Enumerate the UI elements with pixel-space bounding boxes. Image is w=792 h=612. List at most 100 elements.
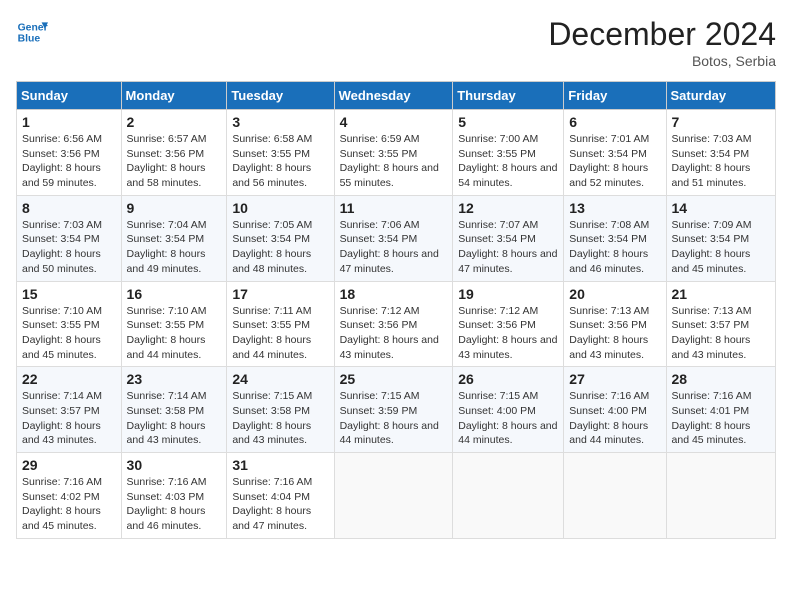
- calendar-week-row: 15 Sunrise: 7:10 AMSunset: 3:55 PMDaylig…: [17, 281, 776, 367]
- day-detail: Sunrise: 7:05 AMSunset: 3:54 PMDaylight:…: [232, 218, 328, 277]
- calendar-day-cell: 21 Sunrise: 7:13 AMSunset: 3:57 PMDaylig…: [666, 281, 775, 367]
- day-number: 27: [569, 371, 660, 387]
- calendar-day-cell: 22 Sunrise: 7:14 AMSunset: 3:57 PMDaylig…: [17, 367, 122, 453]
- calendar-table: SundayMondayTuesdayWednesdayThursdayFrid…: [16, 81, 776, 539]
- calendar-day-cell: 25 Sunrise: 7:15 AMSunset: 3:59 PMDaylig…: [334, 367, 453, 453]
- day-number: 2: [127, 114, 222, 130]
- day-detail: Sunrise: 7:10 AMSunset: 3:55 PMDaylight:…: [22, 304, 116, 363]
- day-detail: Sunrise: 7:15 AMSunset: 3:59 PMDaylight:…: [340, 389, 448, 448]
- calendar-day-cell: [666, 453, 775, 539]
- calendar-week-row: 22 Sunrise: 7:14 AMSunset: 3:57 PMDaylig…: [17, 367, 776, 453]
- day-detail: Sunrise: 6:58 AMSunset: 3:55 PMDaylight:…: [232, 132, 328, 191]
- day-number: 28: [672, 371, 770, 387]
- calendar-day-cell: 6 Sunrise: 7:01 AMSunset: 3:54 PMDayligh…: [564, 110, 666, 196]
- day-detail: Sunrise: 7:01 AMSunset: 3:54 PMDaylight:…: [569, 132, 660, 191]
- day-number: 3: [232, 114, 328, 130]
- calendar-day-cell: 3 Sunrise: 6:58 AMSunset: 3:55 PMDayligh…: [227, 110, 334, 196]
- weekday-header-thursday: Thursday: [453, 82, 564, 110]
- calendar-header-row: SundayMondayTuesdayWednesdayThursdayFrid…: [17, 82, 776, 110]
- day-number: 9: [127, 200, 222, 216]
- day-number: 22: [22, 371, 116, 387]
- calendar-day-cell: 14 Sunrise: 7:09 AMSunset: 3:54 PMDaylig…: [666, 195, 775, 281]
- day-detail: Sunrise: 7:15 AMSunset: 3:58 PMDaylight:…: [232, 389, 328, 448]
- page-header: General Blue December 2024 Botos, Serbia: [16, 16, 776, 69]
- calendar-day-cell: [564, 453, 666, 539]
- calendar-day-cell: 11 Sunrise: 7:06 AMSunset: 3:54 PMDaylig…: [334, 195, 453, 281]
- logo-icon: General Blue: [16, 16, 48, 48]
- day-number: 30: [127, 457, 222, 473]
- day-detail: Sunrise: 7:00 AMSunset: 3:55 PMDaylight:…: [458, 132, 558, 191]
- calendar-day-cell: 29 Sunrise: 7:16 AMSunset: 4:02 PMDaylig…: [17, 453, 122, 539]
- day-detail: Sunrise: 7:15 AMSunset: 4:00 PMDaylight:…: [458, 389, 558, 448]
- calendar-week-row: 8 Sunrise: 7:03 AMSunset: 3:54 PMDayligh…: [17, 195, 776, 281]
- day-detail: Sunrise: 7:13 AMSunset: 3:56 PMDaylight:…: [569, 304, 660, 363]
- weekday-header-saturday: Saturday: [666, 82, 775, 110]
- svg-text:Blue: Blue: [18, 34, 41, 45]
- day-number: 8: [22, 200, 116, 216]
- calendar-day-cell: 18 Sunrise: 7:12 AMSunset: 3:56 PMDaylig…: [334, 281, 453, 367]
- calendar-day-cell: 10 Sunrise: 7:05 AMSunset: 3:54 PMDaylig…: [227, 195, 334, 281]
- day-number: 29: [22, 457, 116, 473]
- logo: General Blue: [16, 16, 48, 48]
- day-number: 10: [232, 200, 328, 216]
- calendar-week-row: 1 Sunrise: 6:56 AMSunset: 3:56 PMDayligh…: [17, 110, 776, 196]
- calendar-day-cell: 24 Sunrise: 7:15 AMSunset: 3:58 PMDaylig…: [227, 367, 334, 453]
- day-detail: Sunrise: 7:16 AMSunset: 4:02 PMDaylight:…: [22, 475, 116, 534]
- calendar-day-cell: 30 Sunrise: 7:16 AMSunset: 4:03 PMDaylig…: [121, 453, 227, 539]
- calendar-day-cell: 19 Sunrise: 7:12 AMSunset: 3:56 PMDaylig…: [453, 281, 564, 367]
- calendar-day-cell: 5 Sunrise: 7:00 AMSunset: 3:55 PMDayligh…: [453, 110, 564, 196]
- calendar-day-cell: 23 Sunrise: 7:14 AMSunset: 3:58 PMDaylig…: [121, 367, 227, 453]
- day-number: 24: [232, 371, 328, 387]
- day-number: 21: [672, 286, 770, 302]
- day-detail: Sunrise: 7:09 AMSunset: 3:54 PMDaylight:…: [672, 218, 770, 277]
- day-detail: Sunrise: 7:10 AMSunset: 3:55 PMDaylight:…: [127, 304, 222, 363]
- day-detail: Sunrise: 6:57 AMSunset: 3:56 PMDaylight:…: [127, 132, 222, 191]
- calendar-day-cell: 26 Sunrise: 7:15 AMSunset: 4:00 PMDaylig…: [453, 367, 564, 453]
- calendar-day-cell: 27 Sunrise: 7:16 AMSunset: 4:00 PMDaylig…: [564, 367, 666, 453]
- day-detail: Sunrise: 7:16 AMSunset: 4:03 PMDaylight:…: [127, 475, 222, 534]
- weekday-header-monday: Monday: [121, 82, 227, 110]
- title-block: December 2024 Botos, Serbia: [548, 16, 776, 69]
- day-number: 12: [458, 200, 558, 216]
- day-detail: Sunrise: 7:16 AMSunset: 4:00 PMDaylight:…: [569, 389, 660, 448]
- day-number: 6: [569, 114, 660, 130]
- calendar-day-cell: 4 Sunrise: 6:59 AMSunset: 3:55 PMDayligh…: [334, 110, 453, 196]
- day-detail: Sunrise: 7:16 AMSunset: 4:04 PMDaylight:…: [232, 475, 328, 534]
- calendar-day-cell: 12 Sunrise: 7:07 AMSunset: 3:54 PMDaylig…: [453, 195, 564, 281]
- day-number: 14: [672, 200, 770, 216]
- day-number: 11: [340, 200, 448, 216]
- calendar-day-cell: [334, 453, 453, 539]
- day-detail: Sunrise: 6:56 AMSunset: 3:56 PMDaylight:…: [22, 132, 116, 191]
- day-detail: Sunrise: 7:12 AMSunset: 3:56 PMDaylight:…: [340, 304, 448, 363]
- calendar-day-cell: 7 Sunrise: 7:03 AMSunset: 3:54 PMDayligh…: [666, 110, 775, 196]
- day-number: 1: [22, 114, 116, 130]
- calendar-day-cell: 28 Sunrise: 7:16 AMSunset: 4:01 PMDaylig…: [666, 367, 775, 453]
- calendar-day-cell: 9 Sunrise: 7:04 AMSunset: 3:54 PMDayligh…: [121, 195, 227, 281]
- day-number: 16: [127, 286, 222, 302]
- calendar-day-cell: 13 Sunrise: 7:08 AMSunset: 3:54 PMDaylig…: [564, 195, 666, 281]
- day-detail: Sunrise: 6:59 AMSunset: 3:55 PMDaylight:…: [340, 132, 448, 191]
- day-detail: Sunrise: 7:12 AMSunset: 3:56 PMDaylight:…: [458, 304, 558, 363]
- calendar-day-cell: 17 Sunrise: 7:11 AMSunset: 3:55 PMDaylig…: [227, 281, 334, 367]
- day-detail: Sunrise: 7:13 AMSunset: 3:57 PMDaylight:…: [672, 304, 770, 363]
- calendar-day-cell: 15 Sunrise: 7:10 AMSunset: 3:55 PMDaylig…: [17, 281, 122, 367]
- weekday-header-tuesday: Tuesday: [227, 82, 334, 110]
- day-number: 19: [458, 286, 558, 302]
- day-number: 5: [458, 114, 558, 130]
- day-detail: Sunrise: 7:03 AMSunset: 3:54 PMDaylight:…: [22, 218, 116, 277]
- day-number: 17: [232, 286, 328, 302]
- calendar-day-cell: 16 Sunrise: 7:10 AMSunset: 3:55 PMDaylig…: [121, 281, 227, 367]
- day-number: 26: [458, 371, 558, 387]
- calendar-day-cell: 31 Sunrise: 7:16 AMSunset: 4:04 PMDaylig…: [227, 453, 334, 539]
- location-label: Botos, Serbia: [548, 53, 776, 69]
- day-number: 15: [22, 286, 116, 302]
- calendar-day-cell: 20 Sunrise: 7:13 AMSunset: 3:56 PMDaylig…: [564, 281, 666, 367]
- day-detail: Sunrise: 7:06 AMSunset: 3:54 PMDaylight:…: [340, 218, 448, 277]
- weekday-header-wednesday: Wednesday: [334, 82, 453, 110]
- calendar-day-cell: 2 Sunrise: 6:57 AMSunset: 3:56 PMDayligh…: [121, 110, 227, 196]
- day-number: 23: [127, 371, 222, 387]
- day-detail: Sunrise: 7:07 AMSunset: 3:54 PMDaylight:…: [458, 218, 558, 277]
- day-number: 25: [340, 371, 448, 387]
- day-detail: Sunrise: 7:03 AMSunset: 3:54 PMDaylight:…: [672, 132, 770, 191]
- day-number: 7: [672, 114, 770, 130]
